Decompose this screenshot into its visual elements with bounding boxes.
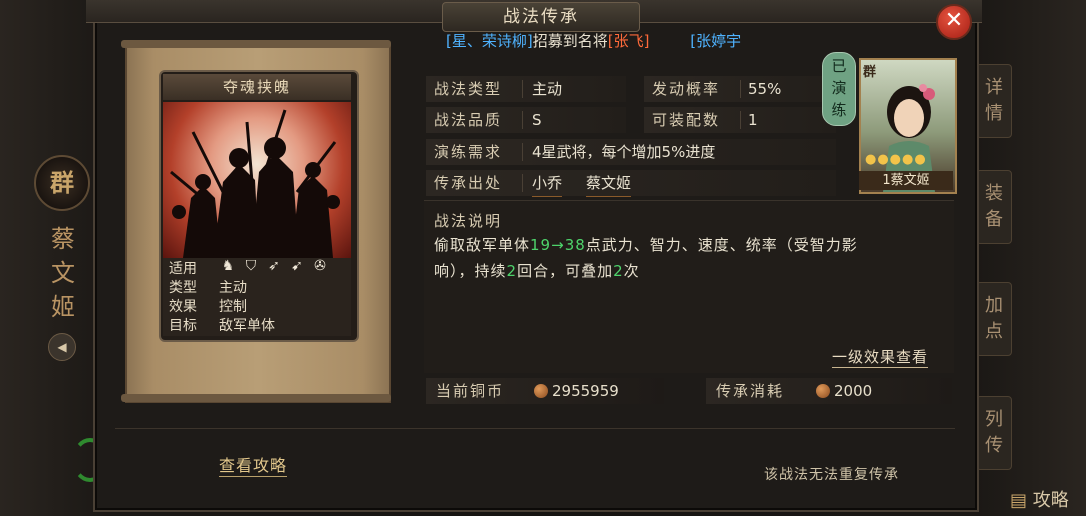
current-copper-label: 当前铜币: [436, 382, 505, 400]
ticker-player: [星、荣诗柳]: [446, 32, 533, 50]
skill-type-value: 主动: [532, 80, 563, 98]
desc-part: 点武力、智力、速度、统率（受智力影: [585, 236, 858, 254]
card-row-effect: 效果 控制: [167, 296, 351, 315]
desc-range-high: 38: [564, 236, 586, 254]
tab-details[interactable]: 详情: [976, 64, 1012, 138]
scroll-rod-top: [121, 40, 391, 48]
skill-type-field: 战法类型 主动: [426, 76, 626, 102]
desc-range-arrow: →: [551, 236, 565, 254]
apply-row: 适用 ♞ ⛉ ➶ ➹ ✇: [167, 258, 351, 277]
ticker-hero: [张飞]: [607, 32, 650, 50]
card-row-value: 控制: [219, 299, 247, 315]
tab-equipment-label: 装备: [985, 183, 1003, 230]
practice-requirement-value: 4星武将，每个增加5%进度: [532, 143, 716, 161]
skill-card-stats: 适用 ♞ ⛉ ➶ ➹ ✇ 类型 主动 效果 控制 目标 敌军单体: [163, 258, 351, 336]
equip-slots-field: 可装配数 1: [644, 107, 836, 133]
card-row-type: 类型 主动: [167, 277, 351, 296]
card-row-target: 目标 敌军单体: [167, 315, 351, 334]
view-guide-link[interactable]: 查看攻略: [219, 452, 288, 477]
spear-icon: ➹: [291, 258, 303, 274]
card-row-value: 主动: [219, 280, 247, 296]
card-row-value: 敌军单体: [219, 318, 275, 334]
desc-turns: 2: [506, 262, 518, 280]
hero-name-label: 1蔡文姬: [859, 171, 953, 190]
skill-description-text: 偷取敌军单体19→38点武力、智力、速度、统率（受智力影 响），持续2回合，可叠…: [434, 232, 944, 284]
voice-speaker-icon[interactable]: ◀: [48, 333, 76, 361]
skill-card-title: 夺魂挟魄: [163, 74, 351, 100]
practiced-badge-text: 已演练: [831, 57, 847, 119]
tab-details-label: 详情: [985, 77, 1003, 124]
desc-range-low: 19: [530, 236, 552, 254]
card-row-key: 效果: [169, 299, 197, 315]
inherit-cost-label: 传承消耗: [716, 382, 785, 400]
desc-part: 次: [623, 262, 640, 280]
current-copper-amount: 2955959: [534, 378, 619, 404]
apply-label: 适用: [169, 261, 197, 277]
skill-quality-value: S: [532, 111, 542, 129]
ticker-next-player: [张婷宇: [690, 32, 742, 50]
skill-card-art: [163, 102, 351, 258]
desc-part: 偷取敌军单体: [434, 236, 531, 254]
desc-part: 回合，可叠加: [517, 262, 614, 280]
card-row-key: 目标: [169, 318, 197, 334]
strategy-shortcut-label: 攻略: [1032, 490, 1069, 511]
tab-equipment[interactable]: 装备: [976, 170, 1012, 244]
tab-attributes-label: 加点: [985, 295, 1003, 342]
desc-stacks: 2: [613, 262, 624, 280]
strategy-shortcut[interactable]: ▤ 攻略: [1010, 486, 1086, 516]
tab-biography[interactable]: 列传: [976, 396, 1012, 470]
dialog-title: 战法传承: [442, 2, 640, 32]
desc-part: 响），持续: [434, 262, 507, 280]
equip-slots-value: 1: [748, 111, 758, 129]
card-row-key: 类型: [169, 280, 197, 296]
tab-attributes[interactable]: 加点: [976, 282, 1012, 356]
skill-type-label: 战法类型: [434, 80, 503, 98]
skill-quality-label: 战法品质: [434, 111, 503, 129]
unit-type-icons: ♞ ⛉ ➶ ➹ ✇: [219, 258, 334, 274]
footer-divider: [115, 428, 955, 429]
scroll-icon: ▤: [1010, 490, 1028, 511]
practice-requirement-label: 演练需求: [434, 143, 503, 161]
skill-description-title: 战法说明: [434, 212, 503, 230]
shield-icon: ⛉: [245, 258, 257, 274]
inherit-cost-amount: 2000: [816, 378, 872, 404]
copper-coin-icon: [534, 384, 548, 398]
cannot-repeat-note: 该战法无法重复传承: [764, 467, 899, 483]
skill-quality-field: 战法品质 S: [426, 107, 626, 133]
trigger-rate-label: 发动概率: [652, 80, 721, 98]
bow-icon: ➶: [268, 258, 280, 274]
cavalry-icon: ♞: [221, 258, 235, 274]
practiced-badge: 已演练: [822, 52, 856, 126]
current-copper-value: 2955959: [552, 382, 619, 400]
broadcast-ticker: [星、荣诗柳]招募到名将[张飞] [张婷宇: [446, 30, 856, 50]
source-hero-xiaoqiao-link[interactable]: 小乔: [532, 170, 563, 197]
trigger-rate-value: 55%: [748, 80, 782, 98]
faction-badge: 群: [34, 155, 90, 211]
inherit-source-label: 传承出处: [434, 174, 503, 192]
wheel-icon: ✇: [314, 258, 326, 274]
background-hero-name: 蔡文姬: [51, 225, 75, 321]
hero-faction: 群: [863, 65, 877, 80]
equip-slots-label: 可装配数: [652, 111, 721, 129]
current-copper-field: 当前铜币 2955959: [426, 378, 664, 404]
practice-requirement-field: 演练需求 4星武将，每个增加5%进度: [426, 139, 836, 165]
source-hero-caiwenji-link[interactable]: 蔡文姬: [586, 170, 632, 197]
trigger-rate-field: 发动概率 55%: [644, 76, 836, 102]
hero-star-rating: ●●●●●: [865, 152, 927, 167]
inherit-cost-field: 传承消耗 2000: [706, 378, 952, 404]
tab-biography-label: 列传: [985, 409, 1003, 456]
scroll-rod-bottom: [121, 394, 391, 402]
warriors-silhouette-image: [170, 109, 340, 258]
level-one-effect-link[interactable]: 一级效果查看: [832, 346, 929, 368]
copper-coin-icon: [816, 384, 830, 398]
inherit-cost-value: 2000: [834, 382, 873, 400]
ticker-text: 招募到名将: [532, 32, 608, 50]
close-button[interactable]: ✕: [936, 4, 972, 40]
inherit-source-field: 传承出处 小乔 蔡文姬: [426, 170, 836, 197]
